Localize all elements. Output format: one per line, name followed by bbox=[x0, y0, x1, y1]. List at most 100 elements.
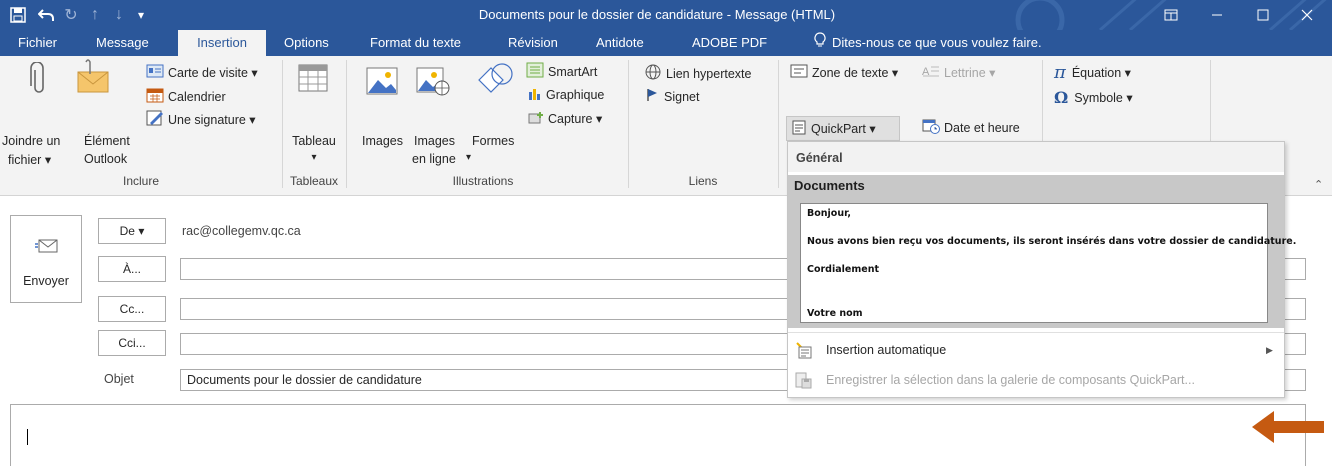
text-box-button[interactable]: Zone de texte ▾ bbox=[790, 64, 898, 81]
group-separator bbox=[282, 60, 283, 188]
attach-file-button[interactable]: Joindre un bbox=[2, 134, 60, 148]
business-card-icon bbox=[146, 64, 164, 81]
tab-antidote[interactable]: Antidote bbox=[588, 30, 652, 56]
attach-file-label-2[interactable]: fichier ▾ bbox=[8, 152, 51, 167]
tab-options[interactable]: Options bbox=[276, 30, 337, 56]
date-time-button[interactable]: Date et heure bbox=[922, 118, 1020, 137]
hyperlink-button[interactable]: Lien hypertexte bbox=[644, 64, 751, 83]
pictures-icon bbox=[366, 66, 398, 99]
signature-button[interactable]: Une signature ▾ bbox=[146, 110, 256, 129]
smartart-label: SmartArt bbox=[548, 64, 598, 79]
orange-arrow-icon bbox=[1252, 408, 1324, 449]
hyperlink-icon bbox=[644, 64, 662, 83]
smartart-button[interactable]: SmartArt bbox=[526, 62, 597, 81]
minimize-icon[interactable] bbox=[1194, 0, 1240, 30]
group-label-tableaux: Tableaux bbox=[289, 174, 339, 188]
equation-button[interactable]: π Équation ▾ bbox=[1054, 62, 1131, 83]
outlook-item-label-1[interactable]: Élément bbox=[84, 134, 130, 148]
autotext-menu-item[interactable]: Insertion automatique ▶ bbox=[788, 336, 1284, 364]
screenshot-label: Capture ▾ bbox=[548, 112, 603, 126]
table-dropdown[interactable]: ▾ bbox=[290, 152, 338, 163]
bookmark-icon bbox=[646, 88, 658, 105]
quickpart-label: QuickPart ▾ bbox=[811, 122, 876, 136]
ribbon-tabs: Fichier Message Insertion Options Format… bbox=[0, 30, 1332, 56]
from-value: rac@collegemv.qc.ca bbox=[182, 224, 301, 238]
group-label-illustrations: Illustrations bbox=[452, 174, 514, 188]
bookmark-button[interactable]: Signet bbox=[646, 88, 699, 105]
tab-format[interactable]: Format du texte bbox=[362, 30, 469, 56]
drop-cap-label: Lettrine ▾ bbox=[944, 66, 996, 80]
outlook-item-label-2[interactable]: Outlook bbox=[84, 152, 127, 166]
online-pictures-label-2[interactable]: en ligne bbox=[412, 152, 456, 166]
online-pictures-dropdown[interactable]: ▾ bbox=[466, 152, 471, 163]
chart-button[interactable]: Graphique bbox=[528, 86, 604, 103]
send-button[interactable]: Envoyer bbox=[10, 215, 82, 303]
preview-line: Votre nom bbox=[807, 308, 863, 319]
quickpart-icon bbox=[792, 120, 806, 138]
table-button[interactable]: Tableau bbox=[290, 134, 338, 148]
collapse-ribbon-icon[interactable]: ⌃ bbox=[1314, 178, 1323, 191]
quickpart-menu: Général Documents Bonjour, Nous avons bi… bbox=[787, 141, 1296, 398]
signature-label: Une signature ▾ bbox=[168, 113, 256, 127]
screenshot-icon bbox=[528, 110, 544, 127]
group-label-inclure: Inclure bbox=[122, 174, 160, 188]
business-card-label: Carte de visite ▾ bbox=[168, 66, 258, 80]
drop-cap-icon: A bbox=[922, 64, 940, 81]
title-bar: ↻ ↑ ↓ ▾ Documents pour le dossier de can… bbox=[0, 0, 1332, 30]
preview-line: Bonjour, bbox=[807, 208, 851, 219]
preview-line: Cordialement bbox=[807, 264, 879, 275]
save-to-gallery-label: Enregistrer la sélection dans la galerie… bbox=[826, 373, 1195, 387]
to-button[interactable]: À... bbox=[98, 256, 166, 282]
bcc-button[interactable]: Cci... bbox=[98, 330, 166, 356]
send-icon bbox=[35, 238, 59, 257]
attach-file-label-1: Joindre un bbox=[2, 134, 61, 148]
tab-insertion[interactable]: Insertion bbox=[178, 30, 266, 56]
tell-me-search[interactable]: Dites-nous ce que vous voulez faire. bbox=[806, 30, 1050, 56]
text-cursor bbox=[27, 429, 28, 445]
calendar-button[interactable]: Calendrier bbox=[146, 87, 226, 106]
maximize-icon[interactable] bbox=[1240, 0, 1286, 30]
online-pictures-icon bbox=[416, 66, 450, 99]
tab-message[interactable]: Message bbox=[88, 30, 157, 56]
outlook-item-icon bbox=[74, 58, 112, 99]
tell-me-text: Dites-nous ce que vous voulez faire. bbox=[832, 35, 1042, 50]
group-separator bbox=[346, 60, 347, 188]
shapes-button[interactable]: Formes bbox=[472, 134, 514, 148]
close-icon[interactable] bbox=[1284, 0, 1330, 30]
calendar-label: Calendrier bbox=[168, 89, 226, 104]
message-body[interactable] bbox=[10, 404, 1306, 466]
autotext-icon bbox=[794, 341, 812, 362]
save-to-gallery-menu-item: Enregistrer la sélection dans la galerie… bbox=[788, 366, 1284, 394]
tab-fichier[interactable]: Fichier bbox=[10, 30, 65, 56]
table-icon bbox=[298, 64, 328, 95]
quickpart-preview[interactable]: Bonjour, Nous avons bien reçu vos docume… bbox=[800, 203, 1296, 323]
pictures-button[interactable]: Images bbox=[362, 134, 403, 148]
calendar-icon bbox=[146, 87, 164, 106]
subject-label: Objet bbox=[104, 372, 134, 386]
quickpart-gallery-item[interactable]: Bonjour, Nous avons bien reçu vos docume… bbox=[788, 197, 1296, 328]
chart-label: Graphique bbox=[546, 87, 605, 102]
tab-revision[interactable]: Révision bbox=[500, 30, 566, 56]
group-separator bbox=[778, 60, 779, 188]
tab-adobe-pdf[interactable]: ADOBE PDF bbox=[684, 30, 775, 56]
lightbulb-icon bbox=[814, 30, 826, 56]
text-box-icon bbox=[790, 64, 808, 81]
quickpart-button[interactable]: QuickPart ▾ bbox=[786, 116, 900, 141]
omega-icon: Ω bbox=[1054, 88, 1069, 107]
autotext-label: Insertion automatique bbox=[826, 343, 947, 357]
business-card-button[interactable]: Carte de visite ▾ bbox=[146, 64, 258, 81]
drop-cap-button: A Lettrine ▾ bbox=[922, 64, 995, 81]
from-button[interactable]: De ▾ bbox=[98, 218, 166, 244]
online-pictures-label-1[interactable]: Images bbox=[414, 134, 455, 148]
smartart-icon bbox=[526, 62, 544, 81]
screenshot-button[interactable]: Capture ▾ bbox=[528, 110, 602, 127]
date-time-label: Date et heure bbox=[944, 120, 1020, 135]
symbol-button[interactable]: Ω Symbole ▾ bbox=[1054, 88, 1133, 107]
shapes-icon bbox=[474, 58, 516, 101]
gallery-header-documents: Documents bbox=[788, 175, 1284, 197]
ribbon-display-icon[interactable] bbox=[1148, 0, 1194, 30]
group-label-liens: Liens bbox=[688, 174, 718, 188]
pi-icon: π bbox=[1054, 62, 1066, 83]
cc-button[interactable]: Cc... bbox=[98, 296, 166, 322]
text-box-label: Zone de texte ▾ bbox=[812, 66, 899, 80]
